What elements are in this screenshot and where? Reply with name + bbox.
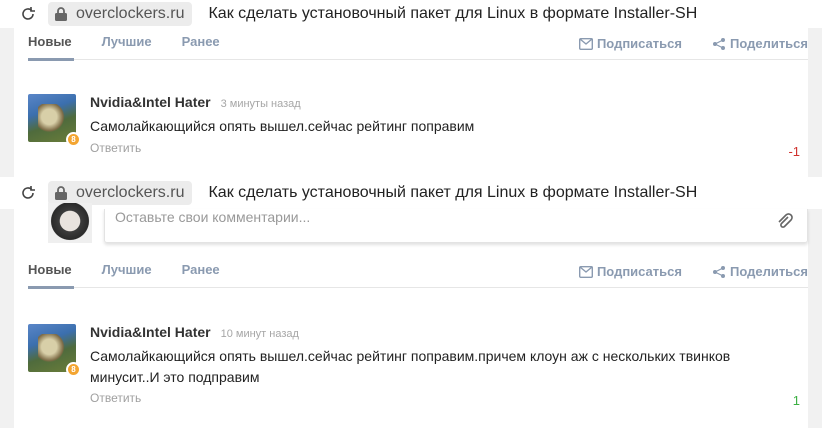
rank-badge: 8 <box>66 362 81 377</box>
comment-editor: Оставьте свои комментарии... <box>28 203 808 249</box>
tab-new[interactable]: Новые <box>28 28 74 61</box>
share-button[interactable]: Поделиться <box>712 264 808 279</box>
page-title: Как сделать установочный пакет для Linux… <box>208 5 698 22</box>
share-icon <box>712 37 726 50</box>
tab-best[interactable]: Лучшие <box>102 28 152 60</box>
comment-input[interactable]: Оставьте свои комментарии... <box>104 209 808 243</box>
comments-card: Новые Лучшие Ранее Подписаться Поделитьс… <box>14 28 808 177</box>
url-host: overclockers.ru <box>76 5 185 22</box>
comment-time: 10 минут назад <box>220 328 299 340</box>
share-icon <box>712 265 726 278</box>
page-gutter-left <box>0 0 14 428</box>
reply-link[interactable]: Ответить <box>90 391 141 405</box>
browser-address-bar: overclockers.ru Как сделать установочный… <box>0 0 822 28</box>
comment-item: 8 Nvidia&Intel Hater 3 минуты назад Самол… <box>28 94 808 164</box>
mail-icon <box>578 37 593 50</box>
comment-text: Самолайкающийся опять вышел.сейчас рейти… <box>90 348 731 385</box>
browser-address-bar-2: overclockers.ru Как сделать установочный… <box>0 177 822 209</box>
page-gutter-right <box>808 0 822 428</box>
comment-input-placeholder: Оставьте свои комментарии... <box>115 209 311 225</box>
author-name[interactable]: Nvidia&Intel Hater <box>90 94 211 110</box>
share-button[interactable]: Поделиться <box>712 36 808 51</box>
reply-link[interactable]: Ответить <box>90 141 141 155</box>
comment-score: -1 <box>788 144 800 159</box>
comment-score: 1 <box>792 393 800 408</box>
url-host: overclockers.ru <box>76 184 185 201</box>
reload-icon[interactable] <box>18 4 38 24</box>
url-pill[interactable]: overclockers.ru <box>48 181 193 205</box>
tab-best[interactable]: Лучшие <box>102 256 152 288</box>
reload-icon[interactable] <box>18 183 38 203</box>
comments-card-2: Оставьте свои комментарии... Новые Лучши… <box>14 203 808 428</box>
lock-icon <box>55 186 67 200</box>
subscribe-button[interactable]: Подписаться <box>578 264 682 279</box>
author-name[interactable]: Nvidia&Intel Hater <box>90 324 211 340</box>
comment-text: Самолайкающийся опять вышел.сейчас рейти… <box>90 118 475 134</box>
subscribe-button[interactable]: Подписаться <box>578 36 682 51</box>
comments-tabs: Новые Лучшие Ранее Подписаться Поделитьс… <box>28 256 808 289</box>
mail-icon <box>578 265 593 278</box>
tab-earlier[interactable]: Ранее <box>182 28 220 60</box>
current-user-avatar <box>48 203 92 243</box>
comment-time: 3 минуты назад <box>220 98 301 110</box>
share-label: Поделиться <box>729 264 808 279</box>
comments-tabs: Новые Лучшие Ранее Подписаться Поделитьс… <box>28 28 808 61</box>
lock-icon <box>55 7 67 21</box>
subscribe-label: Подписаться <box>596 36 682 51</box>
rank-badge: 8 <box>66 132 81 147</box>
subscribe-label: Подписаться <box>596 264 682 279</box>
tab-earlier[interactable]: Ранее <box>182 256 220 288</box>
paperclip-icon[interactable] <box>775 211 793 231</box>
share-label: Поделиться <box>729 36 808 51</box>
tab-new[interactable]: Новые <box>28 256 74 289</box>
url-pill[interactable]: overclockers.ru <box>48 2 193 26</box>
page-title: Как сделать установочный пакет для Linux… <box>208 184 698 201</box>
comment-author[interactable]: Nvidia&Intel Hater 3 минуты назад <box>90 94 301 110</box>
comment-item: 8 Nvidia&Intel Hater 10 минут назад Самол… <box>28 324 808 414</box>
comment-author[interactable]: Nvidia&Intel Hater 10 минут назад <box>90 324 299 340</box>
